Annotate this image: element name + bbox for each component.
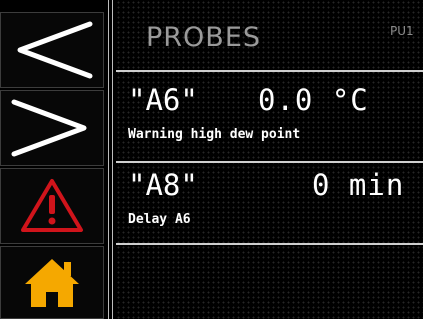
probe-code[interactable]: "A8" bbox=[128, 168, 198, 202]
back-button[interactable] bbox=[0, 12, 104, 88]
warning-icon bbox=[21, 179, 83, 232]
unit-tag: PU1 bbox=[390, 24, 414, 38]
divider bbox=[112, 0, 113, 319]
probe-value: 0 min bbox=[312, 168, 405, 202]
chevron-left-icon bbox=[17, 21, 93, 79]
probe-code[interactable]: "A6" bbox=[128, 83, 198, 117]
probe-message: Warning high dew point bbox=[128, 127, 301, 142]
divider bbox=[116, 70, 423, 72]
divider bbox=[116, 243, 423, 245]
alarm-button[interactable] bbox=[0, 168, 104, 244]
sidebar bbox=[0, 0, 106, 319]
probes-panel: PROBES PU1 "A6" 0.0 °C Warning high dew … bbox=[116, 0, 423, 319]
home-icon bbox=[25, 258, 79, 307]
home-button[interactable] bbox=[0, 246, 104, 319]
probe-message: Delay A6 bbox=[128, 212, 191, 227]
divider bbox=[108, 0, 109, 319]
divider bbox=[116, 161, 423, 163]
page-title: PROBES bbox=[146, 22, 262, 53]
chevron-right-icon bbox=[11, 99, 87, 157]
probe-value: 0.0 °C bbox=[258, 83, 369, 117]
forward-button[interactable] bbox=[0, 90, 104, 166]
